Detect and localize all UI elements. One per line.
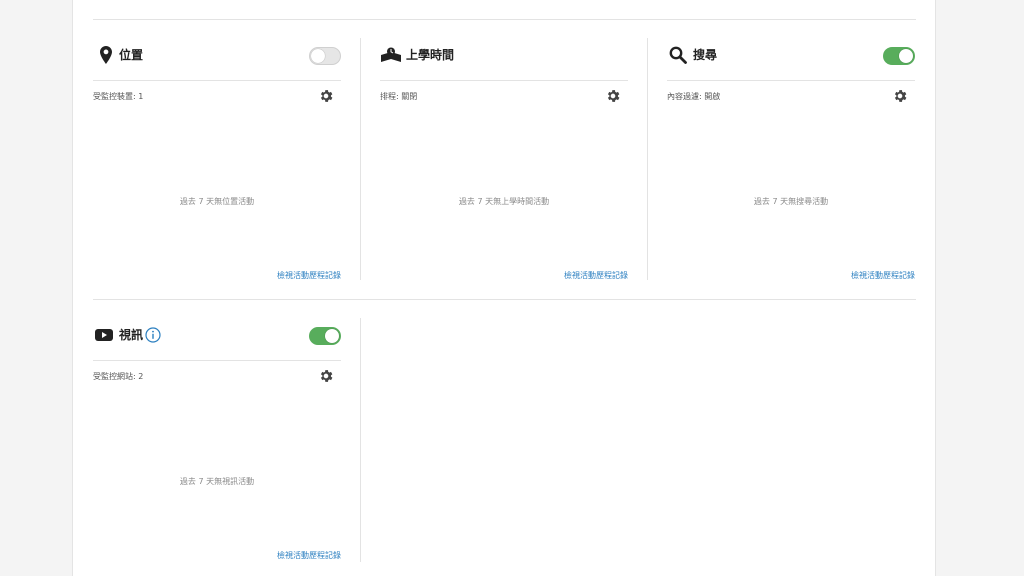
card-status: 受監控網站: 2	[93, 372, 144, 381]
search-card: 搜尋 內容過濾: 開啟 過去 7 天無搜尋活動 檢視活動歷程記錄	[667, 28, 915, 290]
empty-state-text: 過去 7 天無位置活動	[179, 197, 255, 206]
card-divider	[380, 80, 628, 81]
school-time-card: 上學時間 排程: 關閉 過去 7 天無上學時間活動 檢視活動歷程記錄	[380, 28, 628, 290]
card-header: 搜尋	[667, 28, 915, 80]
settings-gear-icon[interactable]	[318, 368, 334, 384]
video-toggle[interactable]	[309, 327, 341, 345]
row-divider	[93, 299, 916, 300]
empty-state-text: 過去 7 天無搜尋活動	[753, 197, 829, 206]
card-title: 上學時間	[406, 48, 455, 62]
view-history-link[interactable]: 檢視活動歷程記錄	[277, 550, 341, 561]
card-status: 受監控裝置: 1	[93, 92, 144, 101]
search-icon	[667, 46, 689, 64]
video-card: 視訊 受監控網站: 2 過去 7 天無視訊活動 檢視活動歷程記錄	[93, 308, 341, 570]
empty-state-text: 過去 7 天無視訊活動	[179, 477, 255, 486]
empty-state-text: 過去 7 天無上學時間活動	[458, 197, 550, 206]
view-history-link[interactable]: 檢視活動歷程記錄	[564, 270, 628, 281]
card-header: 上學時間	[380, 28, 628, 80]
card-title: 視訊	[119, 328, 144, 342]
view-history-link[interactable]: 檢視活動歷程記錄	[277, 270, 341, 281]
youtube-icon	[93, 326, 115, 344]
column-divider	[647, 38, 648, 280]
card-title: 搜尋	[693, 48, 718, 62]
card-divider	[93, 360, 341, 361]
toggle-knob	[899, 49, 913, 63]
column-divider	[360, 318, 361, 562]
card-divider	[93, 80, 341, 81]
activity-panel: 位置 受監控裝置: 1 過去 7 天無位置活動 檢視活動歷程記錄 上學時間 排程…	[72, 0, 936, 576]
location-card: 位置 受監控裝置: 1 過去 7 天無位置活動 檢視活動歷程記錄	[93, 28, 341, 290]
card-header: 視訊	[93, 308, 341, 360]
location-toggle[interactable]	[309, 47, 341, 65]
top-divider	[93, 19, 916, 20]
settings-gear-icon[interactable]	[605, 88, 621, 104]
toggle-knob	[311, 49, 325, 63]
card-header: 位置	[93, 28, 341, 80]
settings-gear-icon[interactable]	[318, 88, 334, 104]
settings-gear-icon[interactable]	[892, 88, 908, 104]
card-status: 內容過濾: 開啟	[667, 92, 721, 101]
search-toggle[interactable]	[883, 47, 915, 65]
info-icon[interactable]	[145, 327, 161, 343]
column-divider	[360, 38, 361, 280]
card-divider	[667, 80, 915, 81]
location-pin-icon	[95, 46, 117, 64]
toggle-knob	[325, 329, 339, 343]
card-status: 排程: 關閉	[380, 92, 418, 101]
school-time-icon	[380, 46, 402, 64]
card-title: 位置	[119, 48, 144, 62]
view-history-link[interactable]: 檢視活動歷程記錄	[851, 270, 915, 281]
